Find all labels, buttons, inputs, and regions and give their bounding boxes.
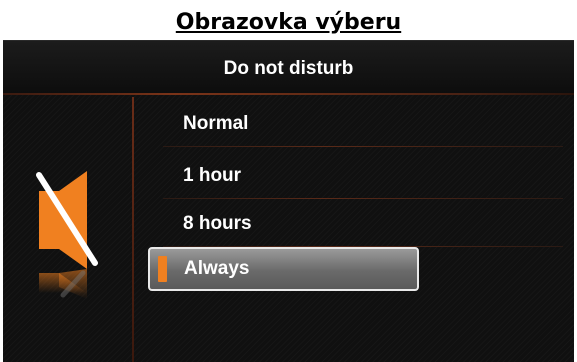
menu-list: Normal 1 hour 8 hours Always	[143, 97, 574, 362]
menu-item-always[interactable]: Always	[148, 247, 419, 291]
item-divider	[163, 146, 563, 147]
device-screen: Do not disturb Normal 1 hour 8 hours Alw…	[3, 40, 574, 362]
speaker-mute-icon	[36, 171, 98, 299]
menu-item-label: Always	[184, 258, 250, 279]
header-bar: Do not disturb	[3, 41, 574, 93]
menu-item-1-hour[interactable]: 1 hour	[143, 153, 563, 199]
header-divider	[3, 93, 574, 95]
menu-item-8-hours[interactable]: 8 hours	[143, 201, 563, 247]
sidebar-divider	[132, 97, 134, 362]
menu-item-label: 8 hours	[183, 213, 252, 234]
selection-indicator	[158, 256, 167, 282]
item-divider	[163, 198, 563, 199]
menu-item-label: Normal	[183, 113, 249, 134]
page-caption: Obrazovka výberu	[175, 10, 402, 35]
screen-title: Do not disturb	[223, 58, 354, 79]
menu-item-normal[interactable]: Normal	[143, 101, 563, 147]
menu-item-label: 1 hour	[183, 165, 242, 186]
